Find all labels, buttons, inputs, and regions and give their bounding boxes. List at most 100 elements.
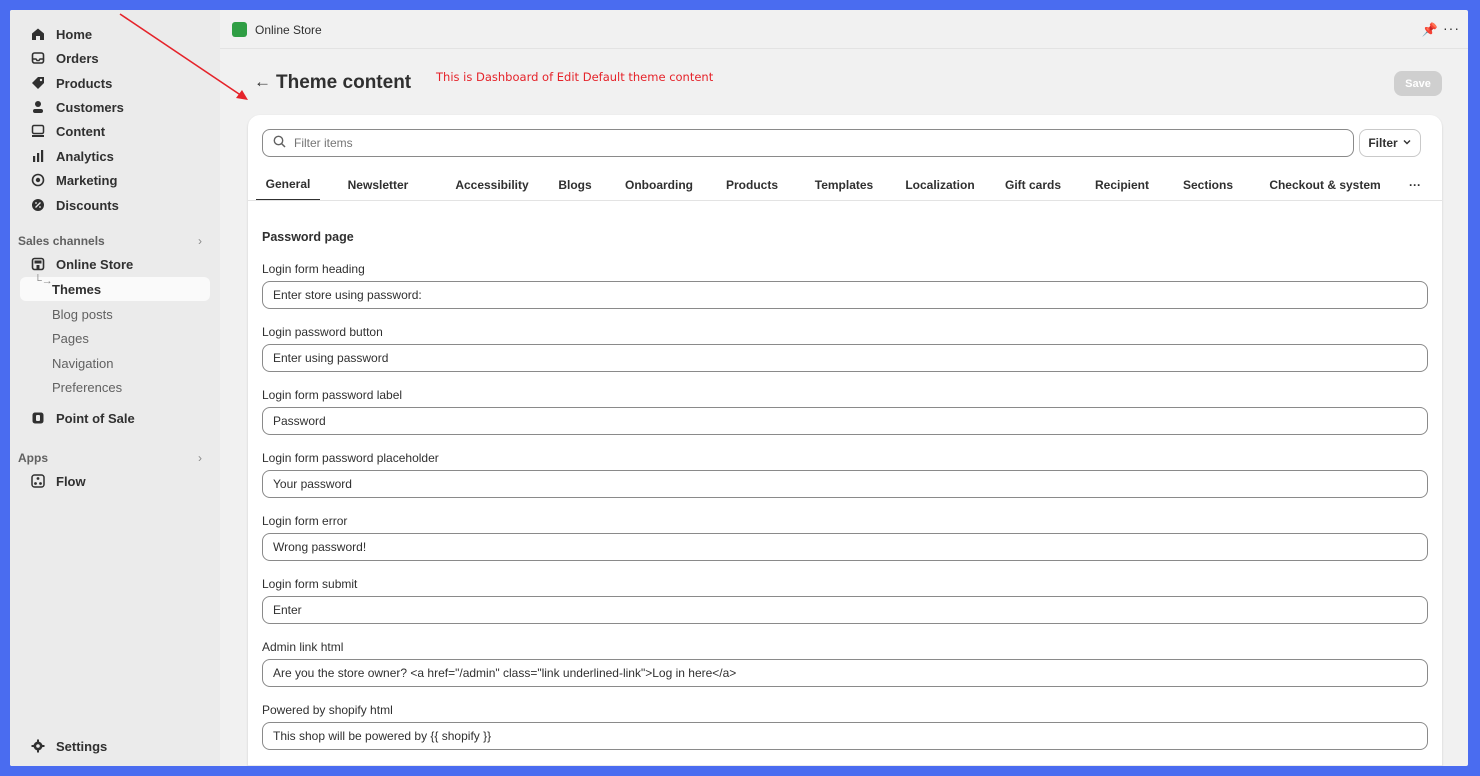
login-form-password-placeholder-input[interactable]: [262, 470, 1428, 498]
sidebar-item-label: Discounts: [56, 197, 119, 213]
tab-checkout-system[interactable]: Checkout & system: [1262, 169, 1388, 201]
sidebar-item-online-store[interactable]: Online Store: [20, 253, 210, 275]
sidebar-item-label: Settings: [56, 738, 108, 754]
field-label: Login password button: [262, 325, 383, 339]
sidebar-item-label: Customers: [56, 99, 124, 115]
content-icon: [30, 123, 46, 139]
apps-label: Apps: [18, 451, 48, 465]
filter-input[interactable]: [294, 136, 1353, 150]
home-icon: [30, 26, 46, 42]
sidebar: Home Orders Products Customers Content A…: [10, 10, 220, 766]
tab-onboarding[interactable]: Onboarding: [616, 169, 702, 201]
section-title: Password page: [262, 230, 354, 244]
sidebar-item-home[interactable]: Home: [20, 23, 210, 45]
online-store-logo-icon: [232, 22, 247, 37]
field-label: Login form error: [262, 514, 348, 528]
login-form-error-input[interactable]: [262, 533, 1428, 561]
tab-templates[interactable]: Templates: [804, 169, 884, 201]
sidebar-item-marketing[interactable]: Marketing: [20, 169, 210, 191]
tab-recipient[interactable]: Recipient: [1088, 169, 1156, 201]
sidebar-item-flow[interactable]: Flow: [20, 470, 210, 492]
app-title: Online Store: [255, 23, 322, 37]
tab-accessibility[interactable]: Accessibility: [444, 169, 540, 201]
pos-icon: [30, 410, 46, 426]
app-window: Home Orders Products Customers Content A…: [10, 10, 1468, 766]
search-icon: [273, 135, 286, 151]
target-icon: [30, 172, 46, 188]
bar-chart-icon: [30, 148, 46, 164]
sidebar-item-preferences[interactable]: Preferences: [20, 376, 210, 398]
sidebar-item-label: Content: [56, 123, 106, 139]
annotation-text: This is Dashboard of Edit Default theme …: [436, 70, 714, 84]
chevron-down-icon: [1402, 136, 1412, 150]
save-button[interactable]: Save: [1394, 71, 1442, 96]
login-form-heading-input[interactable]: [262, 281, 1428, 309]
field-label: Login form heading: [262, 262, 365, 276]
field-label: Login form password label: [262, 388, 403, 402]
tab-localization[interactable]: Localization: [898, 169, 982, 201]
theme-content-card: Filter General Newsletter Accessibility …: [248, 115, 1442, 766]
filter-field[interactable]: [262, 129, 1354, 157]
tab-newsletter[interactable]: Newsletter: [338, 169, 418, 201]
sidebar-item-label: Blog posts: [52, 306, 113, 322]
back-arrow-icon[interactable]: ←: [254, 72, 271, 92]
sidebar-item-label: Pages: [52, 330, 89, 346]
sidebar-item-label: Preferences: [52, 379, 123, 395]
sidebar-item-orders[interactable]: Orders: [20, 47, 210, 69]
orders-icon: [30, 50, 46, 66]
sales-channels-label: Sales channels: [18, 234, 105, 248]
filter-button[interactable]: Filter: [1359, 129, 1421, 157]
sidebar-item-customers[interactable]: Customers: [20, 96, 210, 118]
gear-icon: [30, 738, 46, 754]
sidebar-item-label: Themes: [52, 281, 102, 297]
sidebar-item-label: Analytics: [56, 148, 114, 164]
sidebar-item-blog-posts[interactable]: Blog posts: [20, 303, 210, 325]
sidebar-item-label: Point of Sale: [56, 410, 135, 426]
topbar: Online Store 📌 ···: [220, 10, 1468, 50]
login-form-submit-input[interactable]: [262, 596, 1428, 624]
sidebar-item-label: Orders: [56, 50, 99, 66]
tree-branch-icon: └→: [34, 275, 53, 287]
tab-bar: General Newsletter Accessibility Blogs O…: [256, 169, 1442, 201]
tab-blogs[interactable]: Blogs: [554, 169, 596, 201]
more-actions-icon[interactable]: ···: [1443, 20, 1460, 36]
sidebar-item-discounts[interactable]: Discounts: [20, 194, 210, 216]
sidebar-item-content[interactable]: Content: [20, 120, 210, 142]
chevron-right-icon[interactable]: ›: [198, 234, 202, 248]
flow-icon: [30, 473, 46, 489]
login-password-button-input[interactable]: [262, 344, 1428, 372]
admin-link-html-input[interactable]: [262, 659, 1428, 687]
sidebar-item-settings[interactable]: Settings: [20, 735, 210, 757]
sidebar-item-label: Navigation: [52, 355, 114, 371]
tab-more-icon[interactable]: ···: [1400, 169, 1430, 201]
divider: [248, 200, 1442, 201]
sidebar-item-label: Products: [56, 75, 113, 91]
sidebar-item-point-of-sale[interactable]: Point of Sale: [20, 407, 210, 429]
sidebar-item-label: Home: [56, 26, 93, 42]
tab-gift-cards[interactable]: Gift cards: [1000, 169, 1066, 201]
field-label: Admin link html: [262, 640, 344, 654]
tab-sections[interactable]: Sections: [1176, 169, 1240, 201]
filter-button-label: Filter: [1368, 136, 1398, 150]
powered-by-shopify-html-input[interactable]: [262, 722, 1428, 750]
sidebar-item-label: Flow: [56, 473, 86, 489]
divider: [220, 48, 1468, 49]
tag-icon: [30, 75, 46, 91]
sidebar-item-navigation[interactable]: Navigation: [20, 352, 210, 374]
sidebar-item-label: Online Store: [56, 256, 134, 272]
pin-icon[interactable]: 📌: [1422, 22, 1438, 38]
sidebar-item-themes[interactable]: └→ Themes: [20, 275, 210, 301]
chevron-right-icon[interactable]: ›: [198, 451, 202, 465]
field-label: Login form password placeholder: [262, 451, 439, 465]
sidebar-item-analytics[interactable]: Analytics: [20, 145, 210, 167]
sidebar-item-products[interactable]: Products: [20, 72, 210, 94]
store-icon: [30, 256, 46, 272]
person-icon: [30, 99, 46, 115]
tab-products[interactable]: Products: [722, 169, 782, 201]
tab-general[interactable]: General: [256, 169, 320, 201]
sidebar-item-label: Marketing: [56, 172, 118, 188]
field-label: Login form submit: [262, 577, 358, 591]
sidebar-item-pages[interactable]: Pages: [20, 327, 210, 349]
login-form-password-label-input[interactable]: [262, 407, 1428, 435]
discount-icon: [30, 197, 46, 213]
